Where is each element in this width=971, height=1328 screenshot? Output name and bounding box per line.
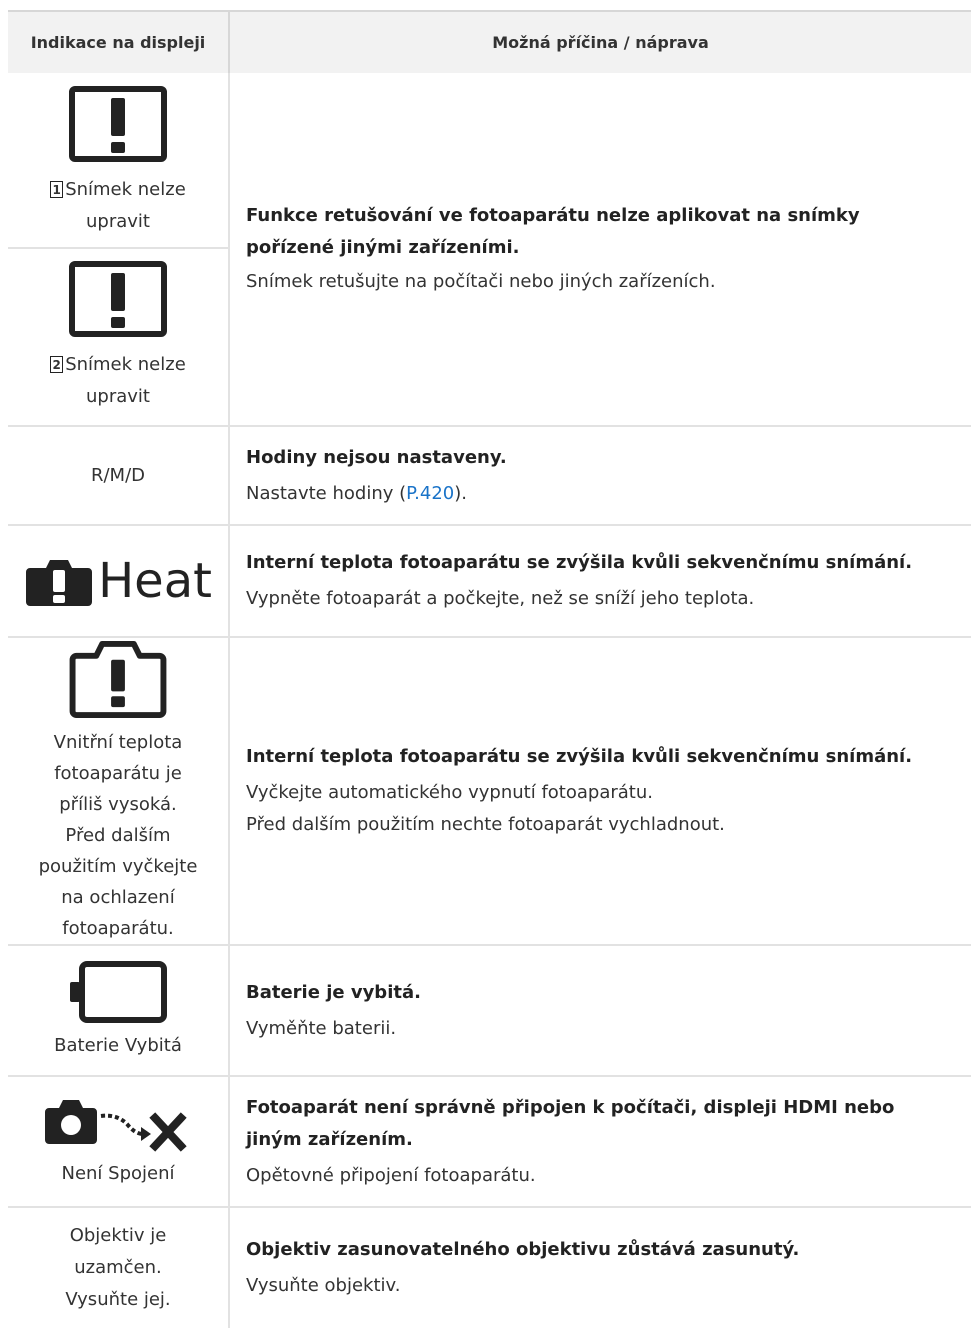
remedy-text: Vysuňte objektiv.: [246, 1275, 401, 1296]
indication-text: Snímek nelze upravit: [65, 179, 186, 232]
indication-cell: Baterie Vybitá: [8, 946, 228, 1075]
table-row: Heat Interní teplota fotoaparátu se zvýš…: [8, 526, 971, 638]
indication-text: Baterie Vybitá: [54, 1034, 182, 1056]
indication-cell: R/M/D: [8, 427, 228, 524]
table-header: Indikace na displeji Možná příčina / náp…: [8, 10, 971, 73]
indication-cell: 2 Snímek nelze upravit: [8, 247, 228, 425]
indication-text: Vnitřní teplota fotoaparátu je příliš vy…: [38, 732, 198, 939]
header-display-indication: Indikace na displeji: [8, 12, 230, 73]
cause-text: Fotoaparát není správně připojen k počít…: [246, 1096, 895, 1150]
cause-text: Interní teplota fotoaparátu se zvýšila k…: [246, 552, 913, 573]
page-link[interactable]: P.420: [406, 483, 454, 504]
image-one-badge: 1: [50, 181, 64, 198]
remedy-text: Opětovné připojení fotoaparátu.: [246, 1164, 536, 1186]
cause-text: Hodiny nejsou nastaveny.: [246, 446, 507, 468]
table-row: Objektiv je uzamčen. Vysuňte jej. Objekt…: [8, 1208, 971, 1328]
cause-cell: Interní teplota fotoaparátu se zvýšila k…: [230, 526, 971, 636]
table-row: R/M/D Hodiny nejsou nastaveny. Nastavte …: [8, 427, 971, 526]
cause-cell: Fotoaparát není správně připojen k počít…: [230, 1077, 971, 1206]
table-row: Není Spojení Fotoaparát není správně při…: [8, 1077, 971, 1208]
cause-cell: Interní teplota fotoaparátu se zvýšila k…: [230, 638, 971, 944]
cause-text: Baterie je vybitá.: [246, 981, 421, 1003]
indication-cell: Není Spojení: [8, 1077, 228, 1206]
cause-cell: Objektiv zasunovatelného objektivu zůstá…: [230, 1208, 971, 1328]
remedy-text: Vypněte fotoaparát a počkejte, než se sn…: [246, 588, 755, 609]
exclamation-box-icon: [69, 261, 167, 337]
image-two-badge: 2: [50, 356, 64, 373]
indication-cell: 1 Snímek nelze upravit: [8, 73, 228, 247]
cause-text: Funkce retušování ve fotoaparátu nelze a…: [246, 205, 860, 258]
battery-empty-icon: [70, 960, 167, 1023]
indication-cell: Vnitřní teplota fotoaparátu je příliš vy…: [8, 638, 228, 944]
remedy-text: Před dalším použitím nechte fotoaparát v…: [246, 814, 725, 835]
indication-text: Není Spojení: [61, 1162, 175, 1184]
heat-label: Heat: [98, 553, 212, 609]
indication-cell: Heat: [8, 526, 228, 636]
cause-cell: Hodiny nejsou nastaveny. Nastavte hodiny…: [230, 427, 971, 524]
heat-warning-icon: [26, 560, 93, 606]
error-message-table: Indikace na displeji Možná příčina / náp…: [8, 10, 971, 1328]
cause-cell: Funkce retušování ve fotoaparátu nelze a…: [230, 73, 971, 425]
cause-cell: Baterie je vybitá. Vyměňte baterii.: [230, 946, 971, 1075]
table-row: 1 Snímek nelze upravit 2 Snímek nelze upra…: [8, 73, 971, 427]
table-row: Vnitřní teplota fotoaparátu je příliš vy…: [8, 638, 971, 946]
indication-cell: Objektiv je uzamčen. Vysuňte jej.: [8, 1208, 228, 1328]
remedy-text: Vyčkejte automatického vypnutí fotoapará…: [246, 782, 653, 803]
cause-text: Interní teplota fotoaparátu se zvýšila k…: [246, 746, 913, 767]
remedy-text: Vyměňte baterii.: [246, 1017, 397, 1039]
indication-text: R/M/D: [90, 464, 146, 486]
camera-warning-icon: [69, 640, 167, 719]
remedy-text: Nastavte hodiny (: [246, 482, 407, 504]
indication-text: Objektiv je uzamčen. Vysuňte jej.: [65, 1225, 171, 1310]
indication-text: Snímek nelze upravit: [65, 354, 186, 407]
header-cause-remedy: Možná příčina / náprava: [492, 33, 709, 52]
exclamation-box-icon: [69, 86, 167, 162]
table-row: Baterie Vybitá Baterie je vybitá. Vyměňt…: [8, 946, 971, 1077]
remedy-text: Snímek retušujte na počítači nebo jiných…: [246, 271, 716, 292]
no-connection-icon: [45, 1099, 187, 1152]
remedy-text-end: ).: [454, 482, 468, 504]
cause-text: Objektiv zasunovatelného objektivu zůstá…: [246, 1239, 800, 1260]
